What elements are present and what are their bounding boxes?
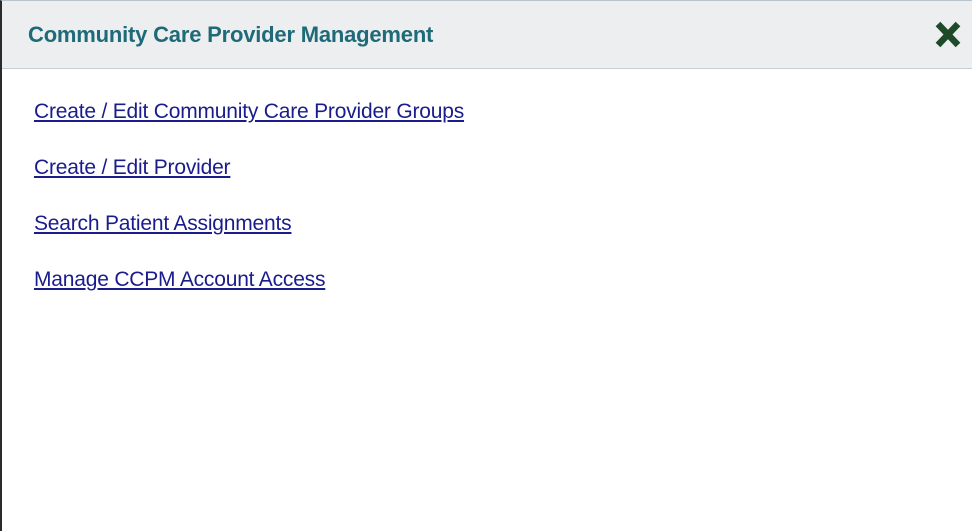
search-patient-assignments-link[interactable]: Search Patient Assignments [34, 212, 292, 235]
list-item: Create / Edit Provider [34, 157, 972, 213]
ccpm-dialog: Community Care Provider Management Creat… [0, 0, 972, 531]
list-item: Search Patient Assignments [34, 213, 972, 269]
list-item: Manage CCPM Account Access [34, 269, 972, 325]
close-x-icon [935, 21, 961, 47]
dialog-content: Create / Edit Community Care Provider Gr… [2, 69, 972, 325]
create-edit-provider-groups-link[interactable]: Create / Edit Community Care Provider Gr… [34, 100, 464, 123]
manage-ccpm-account-access-link[interactable]: Manage CCPM Account Access [34, 268, 325, 291]
create-edit-provider-link[interactable]: Create / Edit Provider [34, 156, 231, 179]
list-item: Create / Edit Community Care Provider Gr… [34, 101, 972, 157]
close-button[interactable] [928, 15, 968, 55]
dialog-title-bar: Community Care Provider Management [2, 1, 972, 69]
dialog-title: Community Care Provider Management [28, 21, 434, 47]
